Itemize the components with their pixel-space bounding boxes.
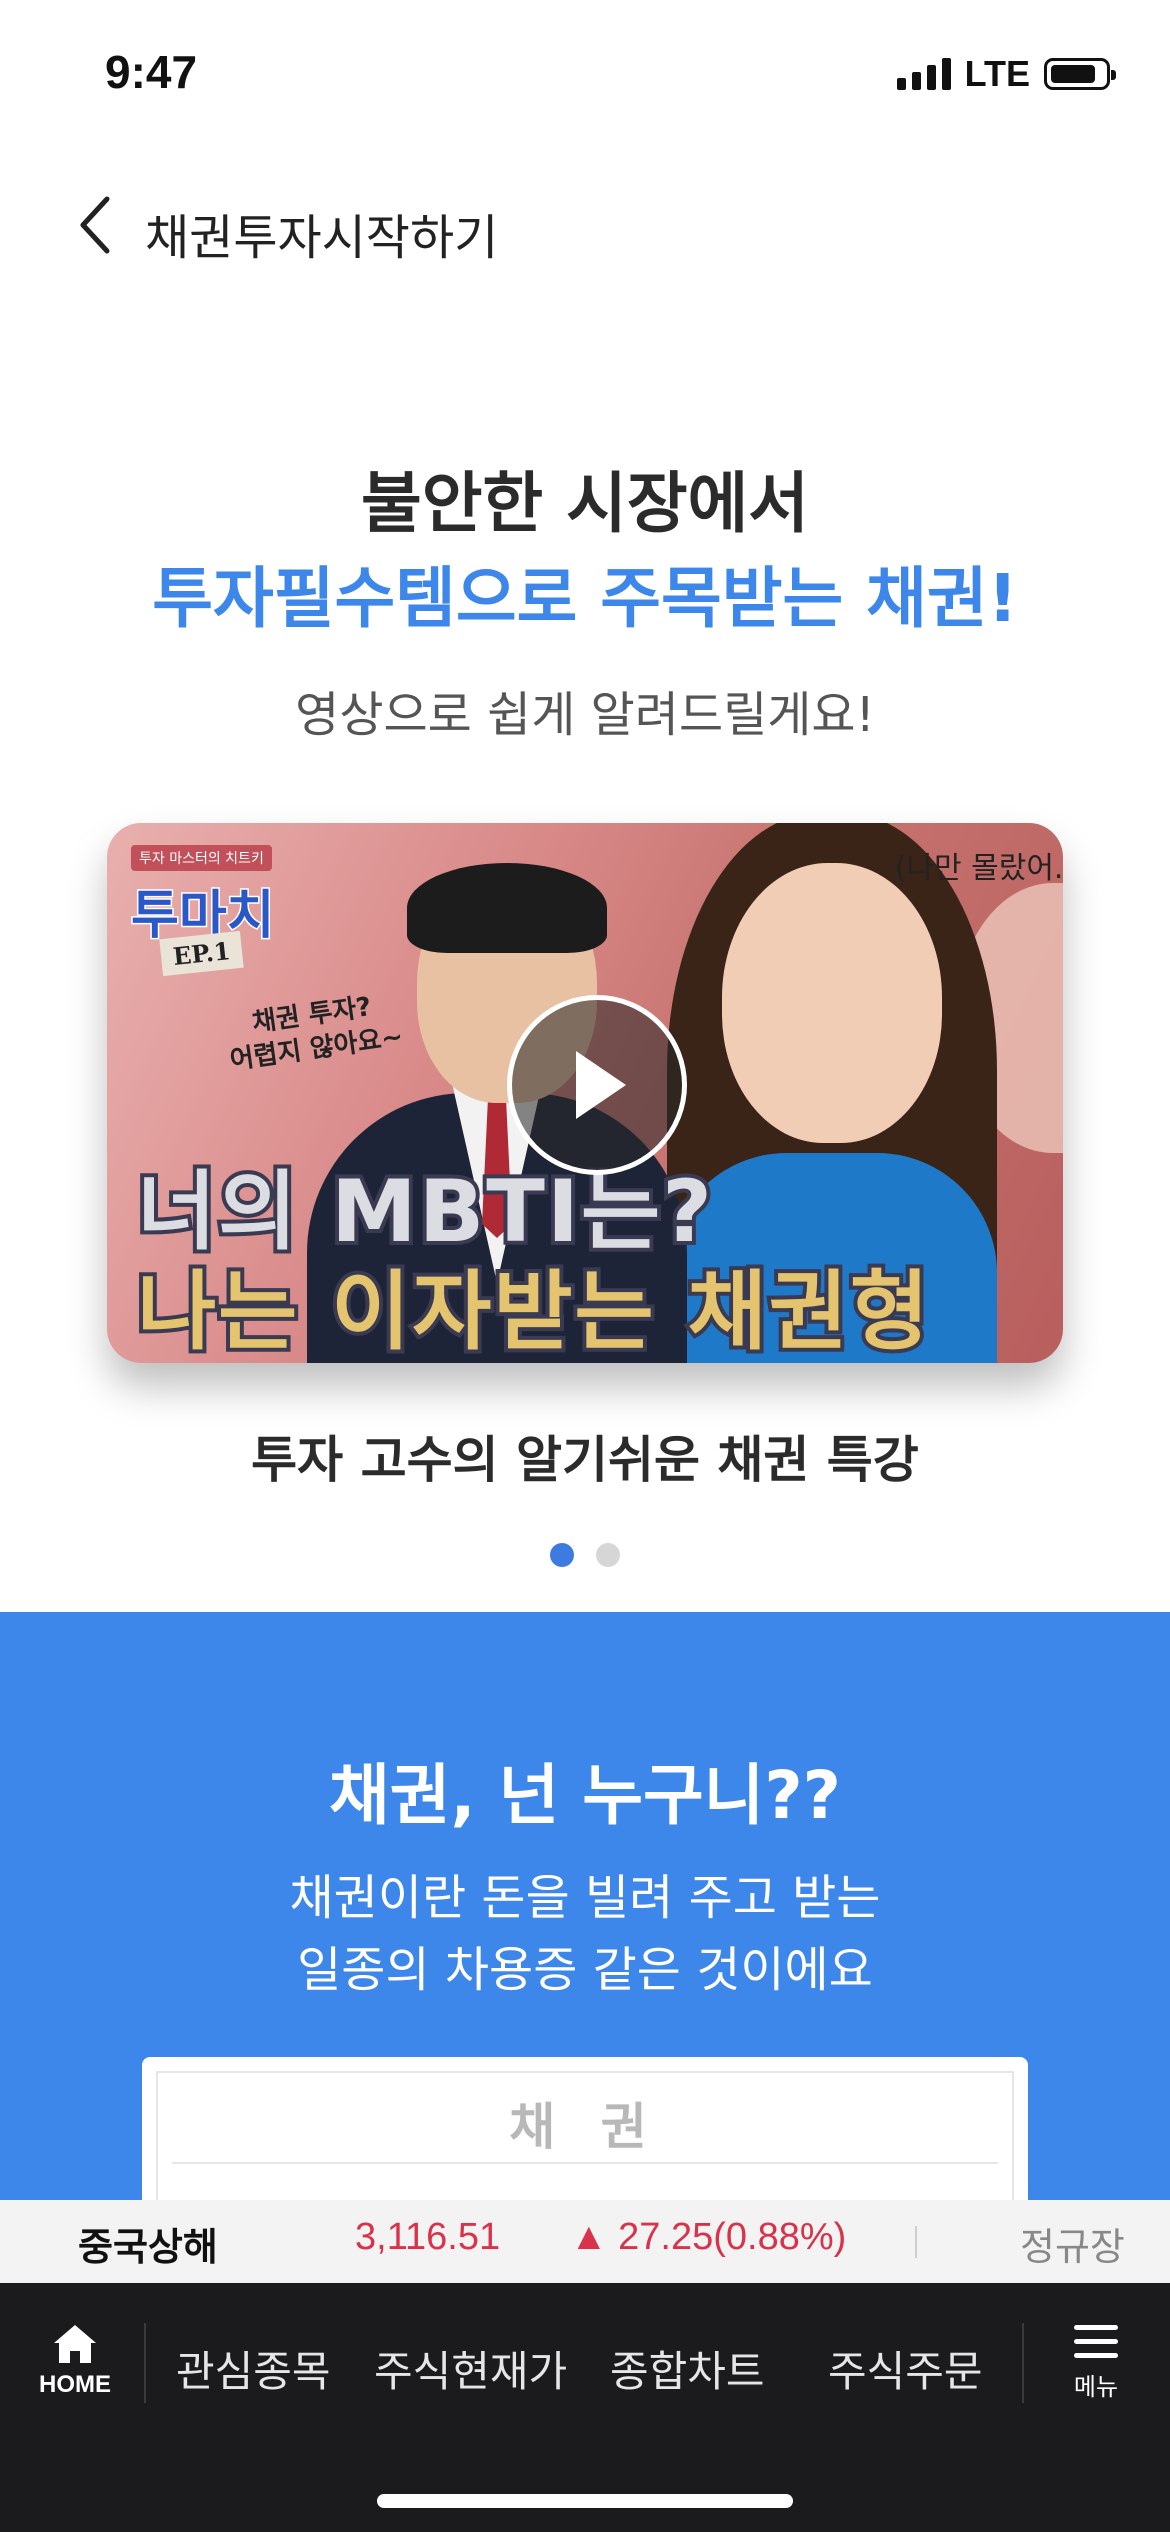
home-indicator[interactable] (377, 2494, 793, 2508)
page-header: 채권투자시작하기 (0, 170, 1170, 280)
bond-intro-section: 채권, 넌 누구니?? 채권이란 돈을 빌려 주고 받는 일종의 차용증 같은 … (0, 1612, 1170, 2257)
nav-item-watchlist[interactable]: 관심종목 (176, 2338, 331, 2399)
chevron-left-icon (80, 196, 110, 254)
status-time: 9:47 (105, 46, 198, 98)
nav-menu-label: 메뉴 (1073, 2373, 1119, 2401)
nav-item-chart[interactable]: 종합차트 (610, 2338, 765, 2399)
hero-highlight: 투자필수템으로 주목받는 채권! (152, 560, 1018, 637)
thumbnail-corner-text: (나만 몰랐어.. (894, 851, 1063, 886)
video-caption: 투자 고수의 알기쉬운 채권 특강 (251, 1431, 919, 1489)
carousel-dot-active[interactable] (550, 1543, 574, 1567)
ticker-session-status: 정규장 (1020, 2225, 1125, 2269)
divider (1022, 2323, 1024, 2403)
ticker-market-name: 중국상해 (78, 2225, 218, 2269)
nav-item-order[interactable]: 주식주문 (828, 2338, 983, 2399)
hamburger-icon (1074, 2325, 1118, 2367)
hero-subtitle: 영상으로 쉽게 알려드릴게요! (295, 687, 875, 743)
ticker-change: ▲ 27.25(0.88%) (570, 2216, 847, 2258)
nav-menu-button[interactable]: 메뉴 (1060, 2325, 1132, 2402)
ticker-price: 3,116.51 (355, 2216, 501, 2258)
status-indicators: LTE (896, 50, 1116, 98)
thumbnail-illustration (722, 863, 942, 1143)
back-button[interactable] (60, 190, 130, 260)
divider (915, 2226, 917, 2258)
status-bar: 9:47 LTE (0, 0, 1170, 150)
carousel-indicator (0, 1543, 1170, 1567)
network-type: LTE (964, 53, 1030, 94)
divider (172, 2162, 998, 2164)
video-thumbnail-card[interactable]: 투자 마스터의 치트키 투마치 EP.1 (나만 몰랐어.. 채권 투자? 어렵… (107, 823, 1063, 1363)
divider (144, 2323, 146, 2403)
signal-icon (896, 58, 951, 90)
market-ticker[interactable]: 중국상해 3,116.51 ▲ 27.25(0.88%) 정규장 (0, 2200, 1170, 2283)
thumbnail-speech-text: 채권 투자? 어렵지 않아요~ (228, 991, 405, 1076)
episode-label: EP.1 (159, 930, 245, 977)
nav-item-current-price[interactable]: 주식현재가 (374, 2338, 567, 2399)
nav-home-button[interactable]: HOME (30, 2323, 120, 2413)
description-line: 일종의 차용증 같은 것이에요 (297, 1942, 873, 1998)
thumbnail-illustration (407, 863, 607, 953)
home-icon (54, 2325, 96, 2363)
series-badge: 투자 마스터의 치트키 투마치 EP.1 (127, 843, 287, 983)
section-title: 채권, 넌 누구니?? (329, 1757, 841, 1834)
page-title: 채권투자시작하기 (145, 210, 499, 266)
battery-icon (1044, 58, 1116, 90)
hero-headline: 불안한 시장에서 (360, 465, 810, 542)
document-title: 채 권 (509, 2098, 661, 2156)
nav-home-label: HOME (39, 2371, 111, 2398)
carousel-dot[interactable] (596, 1543, 620, 1567)
series-tagline: 투자 마스터의 치트키 (131, 845, 272, 871)
play-button[interactable] (507, 995, 687, 1175)
thumbnail-title-line2: 나는 이자받는 채권형 (133, 1258, 933, 1363)
description-line: 채권이란 돈을 빌려 주고 받는 (289, 1870, 881, 1926)
play-icon (576, 1051, 626, 1119)
section-description: 채권이란 돈을 빌려 주고 받는 일종의 차용증 같은 것이에요 (0, 1862, 1170, 2006)
